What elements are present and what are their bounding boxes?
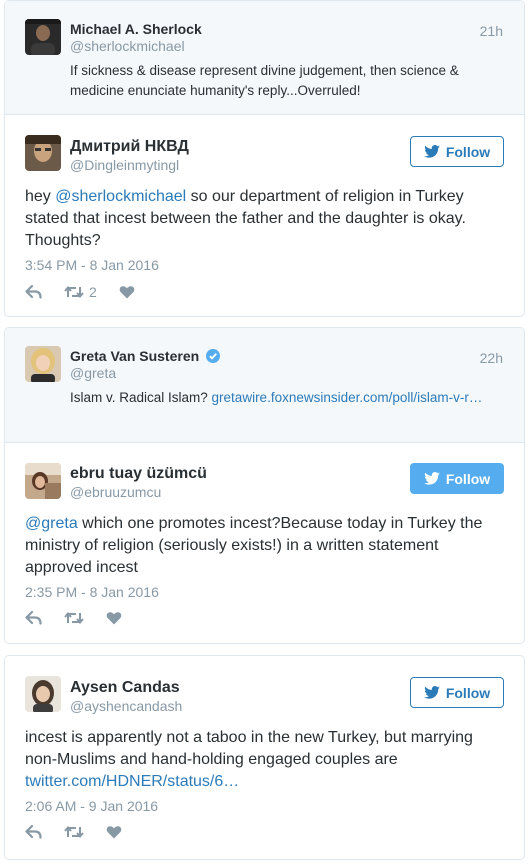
like-button[interactable] bbox=[119, 285, 135, 299]
retweet-button[interactable] bbox=[64, 611, 84, 625]
retweet-count: 2 bbox=[89, 284, 97, 300]
retweet-button[interactable] bbox=[64, 825, 84, 839]
quoted-author-handle[interactable]: @greta bbox=[70, 365, 116, 381]
quoted-tweet[interactable]: Michael A. Sherlock @sherlockmichael 21h… bbox=[5, 1, 524, 115]
like-icon bbox=[106, 826, 122, 839]
avatar[interactable] bbox=[25, 676, 61, 712]
tweet-card-1: Michael A. Sherlock @sherlockmichael 21h… bbox=[4, 0, 525, 317]
follow-label: Follow bbox=[445, 470, 491, 487]
author-name[interactable]: ebru tuay üzümcü bbox=[70, 465, 207, 483]
mention-link[interactable]: @greta bbox=[25, 515, 78, 532]
retweet-icon bbox=[64, 825, 84, 839]
reply-button[interactable] bbox=[25, 285, 42, 299]
tweet-actions bbox=[25, 611, 144, 625]
follow-label: Follow bbox=[445, 684, 491, 701]
tweet-timestamp[interactable]: 2:06 AM - 9 Jan 2016 bbox=[25, 798, 158, 814]
author-name[interactable]: Aysen Candas bbox=[70, 679, 180, 697]
tweet-text-body: which one promotes incest?Because today … bbox=[25, 515, 483, 576]
follow-button[interactable]: Follow bbox=[410, 463, 504, 494]
quoted-author-name[interactable]: Michael A. Sherlock bbox=[70, 21, 202, 37]
quoted-link[interactable]: gretawire.foxnewsinsider.com/poll/islam-… bbox=[212, 390, 483, 405]
quoted-tweet[interactable]: Greta Van Susteren @greta 22h Islam v. R… bbox=[5, 328, 524, 443]
tweet-text: incest is apparently not a taboo in the … bbox=[25, 727, 505, 793]
avatar[interactable] bbox=[25, 135, 61, 171]
like-icon bbox=[119, 286, 135, 299]
quoted-timestamp[interactable]: 21h bbox=[480, 23, 503, 39]
reply-icon bbox=[25, 285, 42, 299]
reply-icon bbox=[25, 825, 42, 839]
tweet-actions: 2 bbox=[25, 284, 157, 300]
tweet-card-2: Greta Van Susteren @greta 22h Islam v. R… bbox=[4, 327, 525, 644]
tweet-link[interactable]: twitter.com/HDNER/status/6… bbox=[25, 773, 239, 790]
author-name[interactable]: Дмитрий НКВД bbox=[70, 138, 189, 156]
tweet-actions bbox=[25, 825, 144, 839]
tweet-text-prefix: hey bbox=[25, 188, 56, 205]
avatar[interactable] bbox=[25, 19, 61, 55]
twitter-bird-icon bbox=[424, 145, 440, 158]
like-button[interactable] bbox=[106, 825, 122, 839]
reply-icon bbox=[25, 611, 42, 625]
quoted-author-handle[interactable]: @sherlockmichael bbox=[70, 38, 185, 54]
tweet-timestamp[interactable]: 3:54 PM - 8 Jan 2016 bbox=[25, 257, 159, 273]
retweet-button[interactable]: 2 bbox=[64, 284, 97, 300]
author-handle[interactable]: @Dingleinmytingl bbox=[70, 157, 179, 173]
tweet-timestamp[interactable]: 2:35 PM - 8 Jan 2016 bbox=[25, 584, 159, 600]
quoted-timestamp[interactable]: 22h bbox=[480, 350, 503, 366]
avatar[interactable] bbox=[25, 463, 61, 499]
quoted-author-name-text: Greta Van Susteren bbox=[70, 348, 200, 364]
follow-button[interactable]: Follow bbox=[410, 136, 504, 167]
author-handle[interactable]: @ebruuzumcu bbox=[70, 484, 161, 500]
tweet-text: @greta which one promotes incest?Because… bbox=[25, 513, 505, 579]
verified-badge-icon bbox=[206, 349, 221, 363]
reply-button[interactable] bbox=[25, 611, 42, 625]
quoted-text: If sickness & disease represent divine j… bbox=[70, 63, 459, 98]
quoted-author-name[interactable]: Greta Van Susteren bbox=[70, 348, 221, 364]
quoted-text-prefix: Islam v. Radical Islam? bbox=[70, 390, 212, 405]
author-handle[interactable]: @ayshencandash bbox=[70, 698, 182, 714]
reply-button[interactable] bbox=[25, 825, 42, 839]
like-button[interactable] bbox=[106, 611, 122, 625]
twitter-bird-icon bbox=[424, 686, 440, 699]
quoted-text: Islam v. Radical Islam? gretawire.foxnew… bbox=[70, 388, 500, 408]
retweet-icon bbox=[64, 285, 84, 299]
mention-link[interactable]: @sherlockmichael bbox=[55, 188, 186, 205]
tweet-text: hey @sherlockmichael so our department o… bbox=[25, 186, 505, 252]
twitter-bird-icon bbox=[424, 472, 440, 485]
avatar[interactable] bbox=[25, 346, 61, 382]
follow-label: Follow bbox=[445, 143, 491, 160]
like-icon bbox=[106, 612, 122, 625]
tweet-text-body: incest is apparently not a taboo in the … bbox=[25, 729, 473, 768]
retweet-icon bbox=[64, 611, 84, 625]
follow-button[interactable]: Follow bbox=[410, 677, 504, 708]
tweet-card-3: Aysen Candas @ayshencandash Follow inces… bbox=[4, 655, 525, 860]
